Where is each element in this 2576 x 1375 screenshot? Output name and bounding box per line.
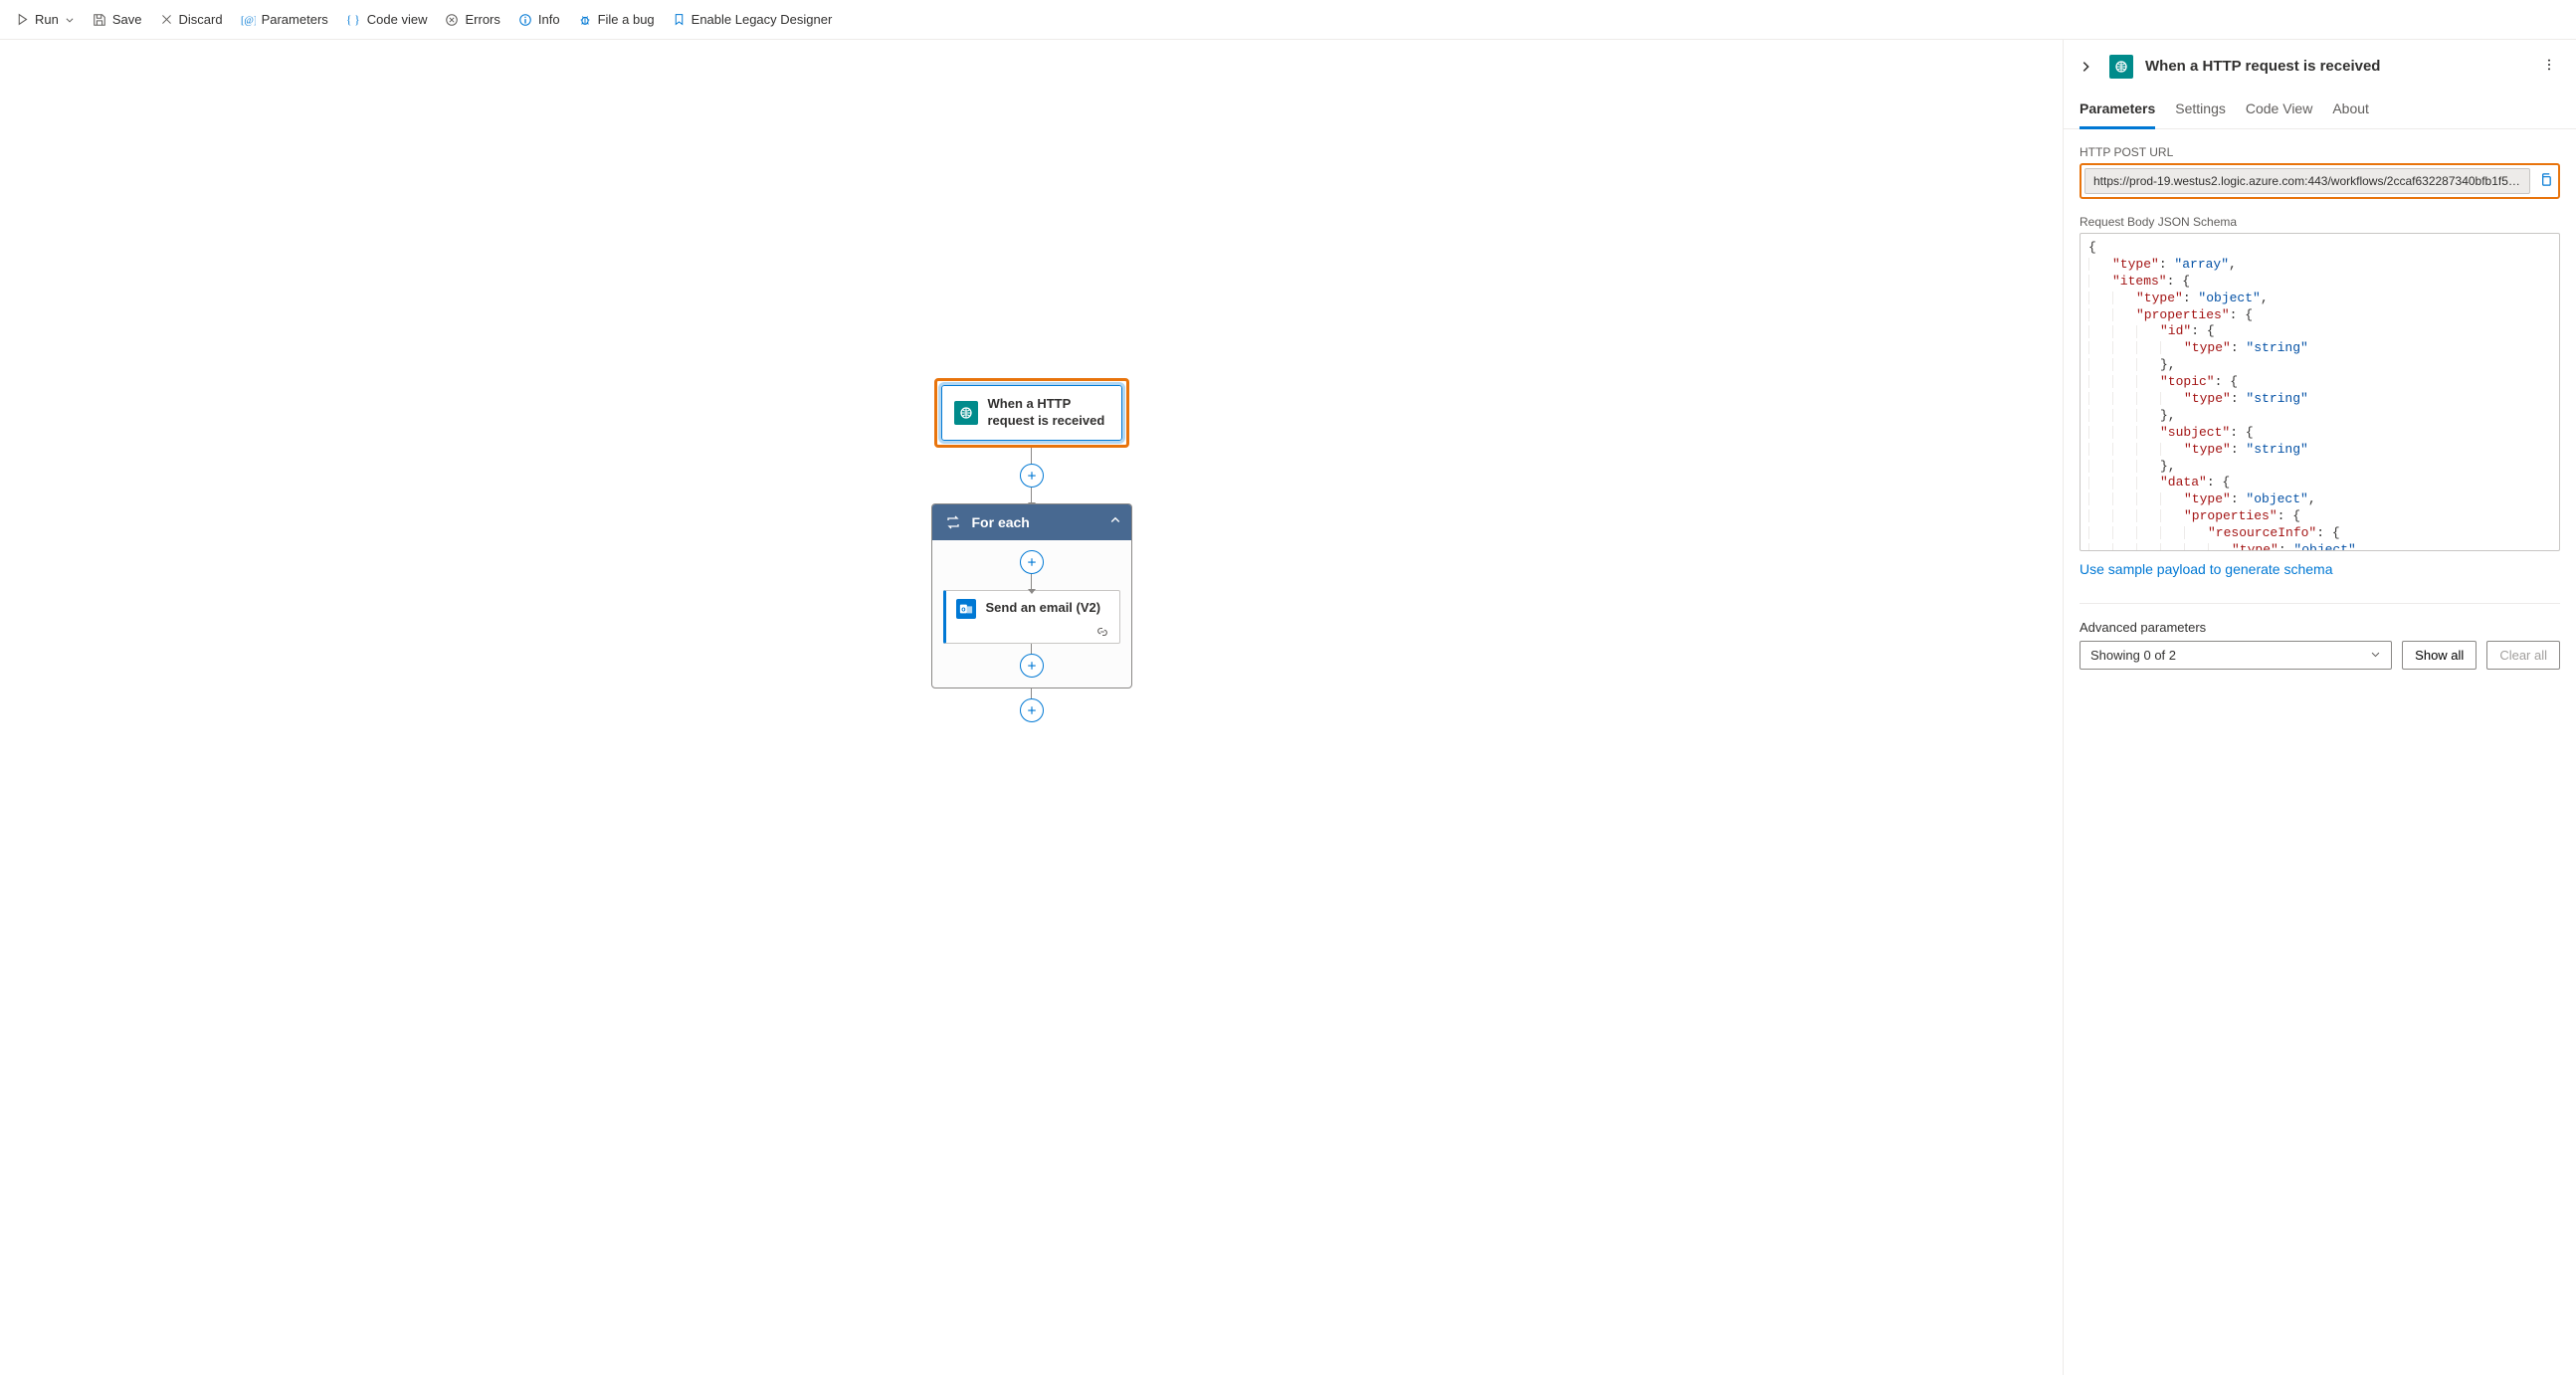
- add-step-button[interactable]: [1020, 550, 1044, 574]
- connector: [1031, 688, 1032, 698]
- main-area: When a HTTP request is received For each: [0, 40, 2576, 1375]
- run-button[interactable]: Run: [8, 8, 83, 31]
- designer-canvas[interactable]: When a HTTP request is received For each: [0, 40, 2063, 1375]
- action-connection-icon[interactable]: [956, 625, 1109, 639]
- collapse-panel-button[interactable]: [2074, 55, 2097, 79]
- connector: [1031, 488, 1032, 503]
- show-all-button[interactable]: Show all: [2402, 641, 2477, 670]
- chevron-up-icon[interactable]: [1109, 514, 1121, 529]
- trigger-label: When a HTTP request is received: [988, 396, 1109, 430]
- braces-icon: { }: [346, 12, 361, 27]
- foreach-node: For each o Send a: [931, 503, 1132, 688]
- bug-icon: [578, 13, 592, 27]
- http-url-label: HTTP POST URL: [2080, 145, 2560, 159]
- parameters-button[interactable]: [@] Parameters: [233, 8, 336, 31]
- clear-all-button[interactable]: Clear all: [2486, 641, 2560, 670]
- add-step-button[interactable]: [1020, 654, 1044, 678]
- info-label: Info: [538, 12, 560, 27]
- schema-editor[interactable]: {"type": "array","items": {"type": "obje…: [2080, 233, 2560, 551]
- schema-label: Request Body JSON Schema: [2080, 215, 2560, 229]
- more-menu-button[interactable]: [2538, 54, 2560, 79]
- svg-text:o: o: [961, 606, 965, 613]
- foreach-header[interactable]: For each: [932, 504, 1131, 540]
- panel-content: HTTP POST URL https://prod-19.westus2.lo…: [2064, 129, 2576, 1375]
- errors-button[interactable]: Errors: [437, 8, 507, 31]
- chevron-down-icon: [2370, 648, 2381, 663]
- tab-settings[interactable]: Settings: [2175, 93, 2226, 129]
- properties-panel: When a HTTP request is received Paramete…: [2063, 40, 2576, 1375]
- http-url-field[interactable]: https://prod-19.westus2.logic.azure.com:…: [2084, 168, 2530, 194]
- outlook-icon: o: [956, 599, 976, 619]
- tab-code-view[interactable]: Code View: [2246, 93, 2312, 129]
- http-request-icon: [2109, 55, 2133, 79]
- http-url-highlight: https://prod-19.westus2.logic.azure.com:…: [2080, 163, 2560, 199]
- panel-header: When a HTTP request is received: [2064, 40, 2576, 93]
- action-node[interactable]: o Send an email (V2): [943, 590, 1120, 644]
- trigger-node[interactable]: When a HTTP request is received: [941, 385, 1122, 441]
- connector: [1031, 448, 1032, 464]
- parameters-icon: [@]: [241, 12, 256, 27]
- panel-title: When a HTTP request is received: [2145, 58, 2526, 75]
- discard-label: Discard: [179, 12, 223, 27]
- advanced-select-value: Showing 0 of 2: [2090, 648, 2176, 663]
- parameters-label: Parameters: [262, 12, 328, 27]
- close-icon: [160, 13, 173, 26]
- add-step-button[interactable]: [1020, 698, 1044, 722]
- flow-container: When a HTTP request is received For each: [931, 378, 1132, 722]
- discard-button[interactable]: Discard: [152, 8, 231, 31]
- panel-tabs: Parameters Settings Code View About: [2064, 93, 2576, 129]
- bookmark-icon: [673, 13, 686, 26]
- foreach-body: o Send an email (V2): [932, 540, 1131, 688]
- info-icon: [518, 13, 532, 27]
- connector: [1031, 644, 1032, 654]
- chevron-down-icon: [65, 15, 75, 25]
- copy-url-button[interactable]: [2536, 170, 2555, 192]
- divider: [2080, 603, 2560, 604]
- file-bug-button[interactable]: File a bug: [570, 8, 663, 31]
- svg-text:[@]: [@]: [241, 15, 256, 26]
- enable-legacy-button[interactable]: Enable Legacy Designer: [665, 8, 841, 31]
- http-request-icon: [954, 401, 978, 425]
- loop-icon: [944, 513, 962, 531]
- action-label: Send an email (V2): [986, 600, 1101, 617]
- tab-parameters[interactable]: Parameters: [2080, 93, 2155, 129]
- toolbar: Run Save Discard [@] Parameters { } Code…: [0, 0, 2576, 40]
- trigger-highlight: When a HTTP request is received: [934, 378, 1129, 448]
- play-icon: [16, 13, 29, 26]
- add-step-button[interactable]: [1020, 464, 1044, 488]
- advanced-label: Advanced parameters: [2080, 620, 2392, 635]
- errors-label: Errors: [465, 12, 499, 27]
- save-icon: [93, 13, 106, 27]
- code-view-button[interactable]: { } Code view: [338, 8, 436, 31]
- run-label: Run: [35, 12, 59, 27]
- info-button[interactable]: Info: [510, 8, 568, 31]
- tab-about[interactable]: About: [2332, 93, 2369, 129]
- use-sample-payload-link[interactable]: Use sample payload to generate schema: [2080, 561, 2332, 577]
- svg-text:{ }: { }: [346, 14, 360, 26]
- advanced-parameters-select[interactable]: Showing 0 of 2: [2080, 641, 2392, 670]
- foreach-label: For each: [972, 514, 1030, 530]
- save-label: Save: [112, 12, 142, 27]
- connector: [1031, 574, 1032, 590]
- code-view-label: Code view: [367, 12, 428, 27]
- enable-legacy-label: Enable Legacy Designer: [692, 12, 833, 27]
- error-icon: [445, 13, 459, 27]
- save-button[interactable]: Save: [85, 8, 150, 31]
- file-bug-label: File a bug: [598, 12, 655, 27]
- advanced-parameters-row: Advanced parameters Showing 0 of 2 Show …: [2080, 620, 2560, 670]
